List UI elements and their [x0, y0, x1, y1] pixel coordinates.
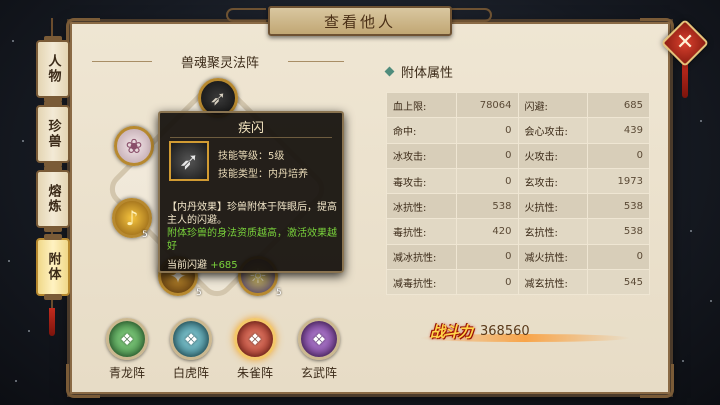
- attribute-value: 0: [455, 167, 519, 195]
- window-title: 查看他人: [268, 6, 452, 36]
- attribute-value: 0: [587, 243, 650, 271]
- formation-label: 朱雀阵: [236, 366, 273, 380]
- formation-label: 玄武阵: [300, 366, 337, 380]
- attribute-name: 毒抗性:: [386, 218, 457, 245]
- slot-level-badge: 5: [276, 288, 282, 298]
- tab-tassel: [49, 308, 55, 336]
- attribute-name: 毒攻击:: [386, 167, 457, 195]
- current-label: 当前闪避: [167, 260, 207, 271]
- bell-icon: ♪: [125, 206, 139, 230]
- attribute-value: 0: [587, 142, 650, 169]
- attribute-value: 685: [587, 91, 650, 119]
- slot-level-badge: 5: [142, 230, 148, 240]
- combat-power: 战斗力 368560: [430, 316, 630, 346]
- attribute-value: 1973: [587, 167, 650, 195]
- formation-xuanwu[interactable]: ❖ 玄武阵: [284, 318, 354, 381]
- skill-description: 【内丹效果】珍兽附体于阵眼后，提高主人的闪避。: [167, 202, 337, 226]
- attribute-row: 血上限: 78064 闪避: 685: [386, 91, 650, 119]
- banner-wing: [226, 8, 266, 22]
- attribute-name: 会心攻击:: [517, 117, 589, 144]
- attributes-header: 附体属性: [384, 62, 454, 81]
- formation-baihu[interactable]: ❖ 白虎阵: [156, 318, 226, 381]
- attribute-value: 0: [455, 243, 519, 271]
- dash-skill-icon: ➶: [209, 86, 227, 110]
- tooltip-divider: [170, 137, 332, 138]
- attribute-name: 血上限:: [386, 91, 457, 119]
- attribute-value: 0: [455, 142, 519, 169]
- formation-array-title: 兽魂聚灵法阵: [180, 56, 259, 71]
- attribute-value: 0: [455, 117, 519, 144]
- tab-possession[interactable]: 附体: [36, 234, 70, 300]
- formation-zhuque[interactable]: ❖ 朱雀阵: [220, 318, 290, 381]
- phoenix-icon: ❖: [247, 329, 263, 349]
- attribute-row: 命中: 0 会心攻击: 439: [386, 117, 650, 144]
- title-divider: [92, 61, 152, 62]
- skill-tooltip: 疾闪 ➶ 技能等级：5级 技能类型：内丹培养 【内丹效果】珍兽附体于阵眼后，提高…: [158, 111, 344, 273]
- attribute-name: 命中:: [386, 117, 457, 144]
- formation-orb[interactable]: ❖: [234, 318, 276, 360]
- formation-label: 白虎阵: [172, 366, 209, 380]
- formation-orb[interactable]: ❖: [106, 318, 148, 360]
- formation-orb[interactable]: ❖: [170, 318, 212, 360]
- skill-level: 技能等级：5级: [218, 151, 285, 162]
- slot-level-badge: 5: [196, 288, 202, 298]
- attribute-name: 冰抗性:: [386, 193, 457, 220]
- beast-slot[interactable]: ❀: [114, 126, 154, 166]
- panel-corner: [66, 18, 100, 52]
- banner-wing: [452, 8, 492, 22]
- current-value: +685: [210, 260, 238, 271]
- tiger-icon: ❖: [183, 329, 199, 349]
- formation-qinglong[interactable]: ❖ 青龙阵: [92, 318, 162, 381]
- attribute-value: 439: [587, 117, 650, 144]
- attribute-name: 玄抗性:: [517, 218, 589, 245]
- attribute-value: 420: [455, 218, 519, 245]
- attribute-row: 冰攻击: 0 火攻击: 0: [386, 142, 650, 169]
- attribute-name: 减毒抗性:: [386, 269, 457, 296]
- diamond-icon: [384, 66, 395, 77]
- panel-corner: [640, 364, 674, 398]
- close-tassel: [682, 62, 688, 98]
- attribute-name: 火攻击:: [517, 142, 589, 169]
- attribute-row: 毒抗性: 420 玄抗性: 538: [386, 218, 650, 245]
- attribute-name: 减火抗性:: [517, 243, 589, 271]
- skill-type: 技能类型：内丹培养: [218, 169, 308, 180]
- formation-label: 青龙阵: [108, 366, 145, 380]
- attribute-name: 冰攻击:: [386, 142, 457, 169]
- tab-character[interactable]: 人物: [36, 36, 70, 102]
- attribute-row: 毒攻击: 0 玄攻击: 1973: [386, 167, 650, 195]
- attribute-name: 火抗性:: [517, 193, 589, 220]
- attribute-row: 减冰抗性: 0 减火抗性: 0: [386, 243, 650, 271]
- attribute-value: 538: [587, 218, 650, 245]
- attribute-value: 0: [455, 269, 519, 296]
- attribute-name: 减玄抗性:: [517, 269, 589, 296]
- close-icon: ✕: [675, 30, 695, 55]
- attribute-value: 545: [587, 269, 650, 296]
- dash-skill-icon: ➶: [178, 147, 200, 175]
- attribute-name: 闪避:: [517, 91, 589, 119]
- current-value-line: 当前闪避 +685: [167, 256, 238, 271]
- dragon-icon: ❖: [119, 329, 135, 349]
- attribute-value: 78064: [455, 91, 519, 119]
- attribute-row: 冰抗性: 538 火抗性: 538: [386, 193, 650, 220]
- attributes-title: 附体属性: [401, 66, 454, 81]
- skill-icon-frame: ➶: [169, 141, 209, 181]
- formation-orb[interactable]: ❖: [298, 318, 340, 360]
- combat-power-value: 368560: [480, 323, 530, 339]
- tab-smelt[interactable]: 熔炼: [36, 166, 70, 232]
- tab-pets[interactable]: 珍兽: [36, 101, 70, 167]
- tortoise-icon: ❖: [311, 329, 327, 349]
- title-divider: [288, 61, 344, 62]
- attribute-name: 减冰抗性:: [386, 243, 457, 271]
- skill-hint: 附体珍兽的身法资质越高，激活效果越好: [167, 228, 337, 252]
- attribute-row: 减毒抗性: 0 减玄抗性: 545: [386, 269, 650, 296]
- attribute-value: 538: [455, 193, 519, 220]
- skill-name: 疾闪: [237, 121, 264, 136]
- attribute-name: 玄攻击:: [517, 167, 589, 195]
- attributes-table: 血上限: 78064 闪避: 685 命中: 0 会心攻击: 439 冰攻击: 0 火攻击: 0 毒攻击…: [386, 91, 650, 296]
- combat-power-label: 战斗力: [430, 322, 473, 341]
- attribute-value: 538: [587, 193, 650, 220]
- cat-beast-icon: ❀: [125, 134, 143, 158]
